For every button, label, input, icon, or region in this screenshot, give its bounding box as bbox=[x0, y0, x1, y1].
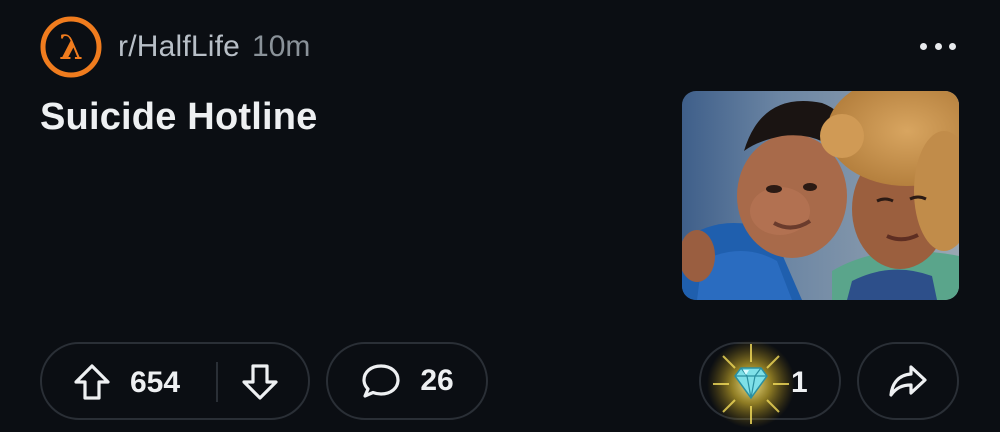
vote-control: 654 bbox=[40, 342, 310, 420]
more-dot bbox=[949, 42, 956, 50]
lambda-logo-icon[interactable]: λ bbox=[40, 16, 102, 78]
arrow-down-icon[interactable] bbox=[240, 362, 280, 402]
post-thumbnail[interactable] bbox=[682, 91, 959, 300]
comment-count: 26 bbox=[420, 364, 454, 397]
upvote-count: 654 bbox=[130, 366, 181, 399]
thumbnail-image bbox=[682, 91, 959, 300]
arrow-up-icon[interactable] bbox=[72, 362, 112, 402]
post-card[interactable]: λ r/HalfLife 10m Suicide Hotline 654 26 … bbox=[0, 0, 1000, 432]
more-options-icon[interactable] bbox=[920, 34, 956, 58]
vote-divider bbox=[216, 362, 218, 402]
comment-button[interactable]: 26 bbox=[326, 342, 488, 420]
award-count: 1 bbox=[791, 366, 808, 399]
share-button[interactable] bbox=[857, 342, 959, 420]
speech-bubble-icon bbox=[360, 361, 402, 401]
post-header: λ r/HalfLife 10m bbox=[40, 16, 310, 78]
post-title[interactable]: Suicide Hotline bbox=[40, 96, 317, 139]
share-arrow-icon bbox=[887, 361, 929, 401]
svg-text:λ: λ bbox=[59, 28, 83, 68]
diamond-award-icon bbox=[705, 338, 797, 432]
post-time: 10m bbox=[252, 30, 311, 63]
more-dot bbox=[920, 42, 927, 50]
award-button[interactable]: 1 bbox=[699, 340, 841, 428]
more-dot bbox=[934, 42, 942, 50]
subreddit-name[interactable]: r/HalfLife bbox=[118, 30, 240, 64]
